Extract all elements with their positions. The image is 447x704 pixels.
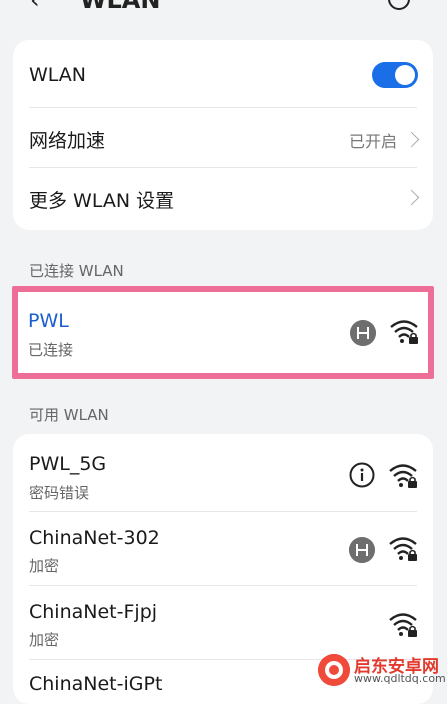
available-section-title: 可用 WLAN [29,406,109,424]
chevron-right-icon [403,131,420,148]
network-name: PWL [28,310,69,332]
watermark-logo-icon [318,654,350,686]
network-status: 已连接 [28,341,74,359]
network-status: 密码错误 [29,484,90,502]
network-name: ChinaNet-Fjpj [29,601,158,623]
back-arrow-icon[interactable]: ‹ [30,0,40,14]
hotspot-icon [349,537,375,563]
top-bar: ‹ WLAN [0,0,447,16]
info-icon[interactable] [349,462,375,488]
network-acceleration-row[interactable]: 网络加速 已开启 [13,108,433,168]
network-item-chinanet-302[interactable]: ChinaNet-302 加密 [13,512,433,585]
watermark: 启东安卓网 www.qdltdq.com [318,652,447,688]
page-title: WLAN [80,0,161,14]
wifi-lock-icon [389,613,417,637]
connected-section-title: 已连接 WLAN [29,262,124,280]
wlan-switch[interactable] [372,62,418,88]
network-name: ChinaNet-iGPt [29,673,163,695]
network-item-chinanet-fjpj[interactable]: ChinaNet-Fjpj 加密 [13,586,433,659]
network-item-pwl-5g[interactable]: PWL_5G 密码错误 [13,434,433,510]
wifi-lock-icon [390,320,418,344]
network-acceleration-label: 网络加速 [29,130,106,152]
more-wlan-settings-label: 更多 WLAN 设置 [29,190,175,212]
wlan-toggle-row[interactable]: WLAN [13,40,433,108]
watermark-url: www.qdltdq.com [354,672,446,685]
network-acceleration-value: 已开启 [348,132,397,151]
settings-card: WLAN 网络加速 已开启 更多 WLAN 设置 [13,40,433,230]
wifi-lock-icon [389,464,417,488]
connected-network-item[interactable]: PWL 已连接 [12,286,434,379]
help-icon[interactable] [388,0,410,10]
chevron-right-icon [403,189,420,206]
switch-knob [395,65,415,85]
hotspot-icon [350,320,376,346]
wifi-lock-icon [389,537,417,561]
wlan-label: WLAN [29,64,87,86]
network-status: 加密 [29,631,60,649]
more-wlan-settings-row[interactable]: 更多 WLAN 设置 [13,168,433,230]
network-name: PWL_5G [29,453,107,475]
network-name: ChinaNet-302 [29,527,160,549]
network-status: 加密 [29,557,60,575]
